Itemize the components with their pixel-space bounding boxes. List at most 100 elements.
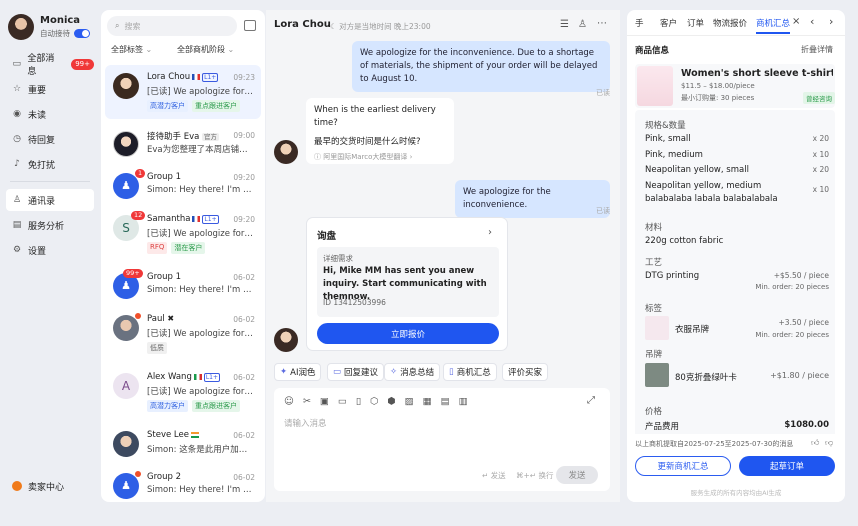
draft-order-button[interactable]: 起草订单	[739, 456, 835, 476]
outgoing-message: We apologize for the inconvenience.	[455, 180, 610, 218]
customer-tag: 重点跟进客户	[192, 100, 240, 112]
expand-icon[interactable]: ⤢	[587, 395, 595, 406]
nav-important[interactable]: ☆ 重要	[6, 78, 94, 100]
conversation-item[interactable]: ♟ Group 2 06-02 Simon: Hey there! I'm he…	[105, 465, 261, 502]
opportunity-summary-button[interactable]: ▯ 商机汇总	[443, 363, 497, 381]
hangtag-thumbnail	[645, 363, 669, 387]
picture-icon[interactable]: ▨	[405, 396, 414, 407]
timestamp: 06-02	[233, 373, 255, 382]
tab-customer[interactable]: 客户	[660, 17, 677, 29]
chevron-right-icon[interactable]: ›	[829, 15, 833, 28]
image-icon[interactable]: ▣	[320, 396, 329, 407]
thumbs-down-icon[interactable]: 👎︎	[825, 438, 833, 448]
inquiry-id: ID 13412503996	[323, 298, 386, 307]
section-label: 吊牌	[645, 350, 663, 360]
seller-center-link[interactable]: 卖家中心	[6, 475, 94, 497]
thumbs-up-icon[interactable]: 👍︎	[811, 438, 819, 448]
italy-flag-icon	[193, 373, 202, 380]
user-profile-icon[interactable]: ♙	[578, 19, 587, 30]
profile[interactable]: Monica 自动接待	[8, 14, 90, 40]
clipboard-icon[interactable]: ▥	[459, 396, 468, 407]
message-input[interactable]: 请输入消息	[284, 417, 327, 429]
tag-filter[interactable]: 全部标签 ⌄	[111, 44, 152, 55]
message-preview: [已读] We apologize for t...	[147, 229, 255, 239]
product-cost-value: $1080.00	[784, 420, 829, 430]
send-button[interactable]: 发送	[556, 466, 598, 484]
nav-contacts[interactable]: ♙ 通讯录	[6, 189, 94, 211]
folder-icon[interactable]: ▭	[338, 396, 347, 407]
uk-flag-icon: ✖	[167, 314, 175, 323]
reply-suggestion-button[interactable]: ▭ 回复建议	[327, 363, 385, 381]
grid-icon[interactable]: ▦	[423, 396, 432, 407]
customer-tag: 低质	[147, 342, 167, 354]
tab-logistics-quote[interactable]: 物流报价	[713, 17, 747, 29]
file-icon[interactable]: ▯	[356, 396, 361, 407]
nav-label: 通讯录	[28, 196, 56, 207]
conversation-item[interactable]: Paul ✖ 06-02 [已读] We apologize for t... …	[105, 307, 261, 361]
tab-orders[interactable]: 订单	[687, 17, 704, 29]
stage-filter-label: 全部商机阶段	[177, 45, 225, 54]
cube-icon[interactable]: ⬡	[370, 396, 378, 407]
conversation-name-row: Samantha L1+	[147, 214, 219, 224]
message-summary-button[interactable]: ✧ 消息总结	[384, 363, 441, 381]
translate-icon[interactable]: ☰	[560, 19, 569, 30]
send-hint: ↵ 发送	[482, 471, 506, 480]
nav-settings[interactable]: ⚙ 设置	[6, 239, 94, 261]
auto-reply-toggle[interactable]	[74, 29, 90, 38]
official-badge: 官方	[202, 133, 220, 141]
person-icon: ♙	[12, 195, 22, 205]
conversation-item[interactable]: A Alex Wang L1+ 06-02 [已读] We apologize f…	[105, 365, 261, 419]
nav-service-analysis[interactable]: ▤ 服务分析	[6, 214, 94, 236]
search-input[interactable]: ⌕ 搜索	[107, 16, 237, 36]
product-card[interactable]: Women's short sleeve t-shirt pl... $11.5…	[635, 64, 835, 108]
emoji-icon[interactable]: ☺	[284, 396, 294, 407]
level-badge: L1+	[203, 373, 221, 382]
stage-filter[interactable]: 全部商机阶段 ⌄	[177, 44, 234, 55]
chevron-left-icon[interactable]: ‹	[810, 15, 814, 28]
product-moq: 最小订购量: 30 pieces	[681, 94, 755, 102]
conversation-name-row: Lora Chou L1+	[147, 72, 219, 82]
detail-label: 详细需求	[323, 254, 353, 263]
timestamp: 06-02	[233, 473, 255, 482]
process-min-order: Min. order: 20 pieces	[755, 283, 829, 291]
label-price: +3.50 / piece	[778, 318, 829, 327]
update-summary-button[interactable]: 更新商机汇总	[635, 456, 731, 476]
tab-partial[interactable]: 手	[635, 17, 644, 29]
card-title: 询盘	[317, 231, 337, 242]
avatar[interactable]	[8, 14, 34, 40]
scissors-icon[interactable]: ✂	[303, 396, 311, 407]
france-flag-icon	[192, 73, 201, 80]
card-icon[interactable]: ▤	[441, 396, 450, 407]
group-icon: ♟	[113, 173, 139, 199]
compose-icon[interactable]	[244, 20, 256, 31]
clock-icon: ◷	[13, 134, 21, 144]
avatar	[113, 131, 139, 157]
nav-pending-reply[interactable]: ◷ 待回复	[6, 128, 94, 150]
more-icon[interactable]: ⋯	[597, 18, 607, 29]
nav-all-messages[interactable]: ▭ 全部消息 99+	[6, 53, 94, 77]
chat-panel: Lora Chou ☾ 对方是当地时间 晚上23:00 ☰ ♙ ⋯ We apo…	[266, 10, 620, 502]
chevron-right-icon[interactable]: ›	[488, 227, 492, 238]
nav-do-not-disturb[interactable]: ♪ 免打扰	[6, 153, 94, 175]
ai-polish-button[interactable]: ✦ AI润色	[274, 363, 322, 381]
conversation-item[interactable]: Lora Chou L1+ 09:23 [已读] We apologize for…	[105, 65, 261, 119]
spec-row: Pink, small x 20	[645, 134, 829, 144]
conversation-list: ⌕ 搜索 全部标签 ⌄ 全部商机阶段 ⌄ Lora Chou L1+ 09:23 …	[101, 10, 265, 502]
quote-now-button[interactable]: 立即报价	[317, 323, 499, 344]
group-icon: ♟	[113, 473, 139, 499]
nav-label: 设置	[28, 246, 47, 257]
tab-opportunity-summary[interactable]: 商机汇总	[756, 17, 790, 29]
nav-unread[interactable]: ◉ 未读	[6, 103, 94, 125]
collapse-details-button[interactable]: 折叠详情	[801, 44, 833, 55]
tool-label: 商机汇总	[456, 368, 491, 378]
compose-area[interactable]: ☺ ✂ ▣ ▭ ▯ ⬡ ⬢ ▨ ▦ ▤ ▥ ⤢ 请输入消息 ↵ 发送 ⌘+↵ 换…	[274, 388, 610, 491]
process-row: DTG printing +$5.50 / piece	[645, 271, 829, 281]
box-icon[interactable]: ⬢	[387, 396, 395, 407]
close-icon[interactable]: ×	[792, 16, 800, 27]
conversation-item[interactable]: S 12 Samantha L1+ 09:20 [已读] We apologize…	[105, 207, 261, 261]
label-thumbnail	[645, 316, 669, 340]
rate-buyer-button[interactable]: 评价买家	[502, 363, 549, 381]
section-label: 材料	[645, 223, 663, 233]
inquiry-card[interactable]: 询盘 › 详细需求 Hi, Mike MM has sent you anew …	[306, 217, 508, 351]
spec-row: Neapolitan yellow, small x 20	[645, 165, 829, 175]
